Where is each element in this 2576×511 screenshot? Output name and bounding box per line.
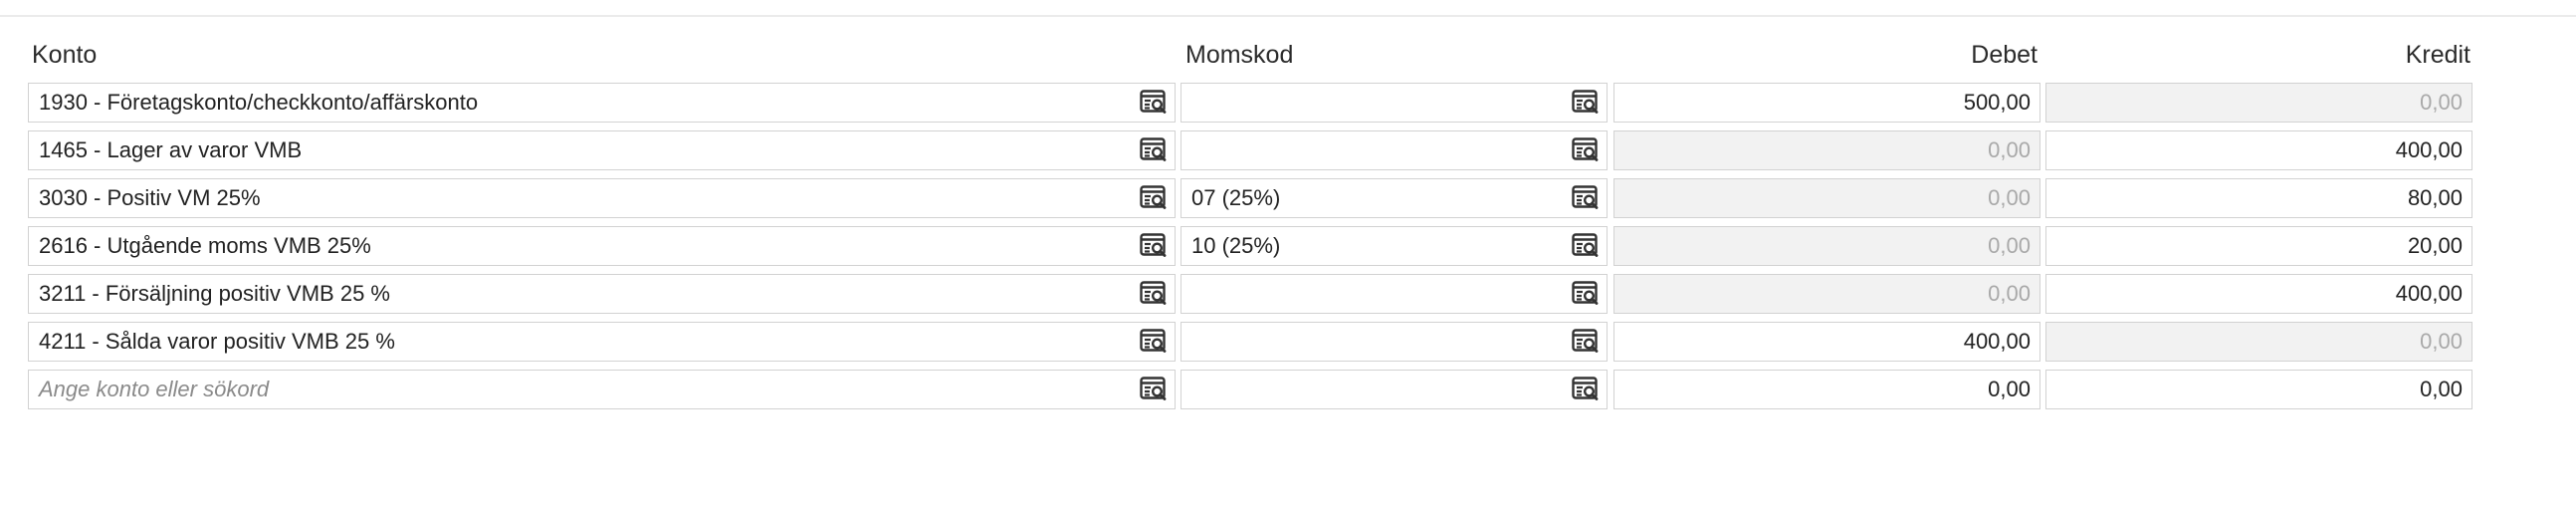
kredit-field: 0,00 xyxy=(2045,322,2472,362)
voucher-row: 1465 - Lager av varor VMB 0,00 400,00 xyxy=(0,130,2576,178)
list-search-icon[interactable] xyxy=(1572,90,1600,116)
konto-field[interactable]: 4211 - Sålda varor positiv VMB 25 % xyxy=(28,322,1176,362)
voucher-row: 1930 - Företagskonto/checkkonto/affärsko… xyxy=(0,83,2576,130)
konto-value: 1930 - Företagskonto/checkkonto/affärsko… xyxy=(39,90,479,115)
voucher-row: 2616 - Utgående moms VMB 25% 10 (25%) 0,… xyxy=(0,226,2576,274)
debet-value: 0,00 xyxy=(1988,377,2031,401)
list-search-icon[interactable] xyxy=(1140,137,1168,163)
konto-value: 3211 - Försäljning positiv VMB 25 % xyxy=(39,281,390,306)
konto-field[interactable]: 3211 - Försäljning positiv VMB 25 % xyxy=(28,274,1176,314)
konto-field[interactable]: 2616 - Utgående moms VMB 25% xyxy=(28,226,1176,266)
kredit-field[interactable]: 20,00 xyxy=(2045,226,2472,266)
konto-value: 3030 - Positiv VM 25% xyxy=(39,185,261,210)
kredit-value: 20,00 xyxy=(2407,233,2463,258)
debet-field[interactable]: 500,00 xyxy=(1613,83,2040,123)
debet-value: 0,00 xyxy=(1988,233,2031,258)
list-search-icon[interactable] xyxy=(1140,377,1168,402)
list-search-icon[interactable] xyxy=(1572,329,1600,355)
kredit-field[interactable]: 80,00 xyxy=(2045,178,2472,218)
konto-value: 1465 - Lager av varor VMB xyxy=(39,137,303,162)
konto-value: 4211 - Sålda varor positiv VMB 25 % xyxy=(39,329,395,354)
konto-value: 2616 - Utgående moms VMB 25% xyxy=(39,233,371,258)
debet-field: 0,00 xyxy=(1613,130,2040,170)
debet-value: 0,00 xyxy=(1988,185,2031,210)
list-search-icon[interactable] xyxy=(1572,185,1600,211)
debet-value: 0,00 xyxy=(1988,281,2031,306)
list-search-icon[interactable] xyxy=(1572,233,1600,259)
top-divider xyxy=(0,15,2576,17)
voucher-rows: 1930 - Företagskonto/checkkonto/affärsko… xyxy=(0,83,2576,417)
kredit-value: 0,00 xyxy=(2420,90,2463,115)
debet-field: 0,00 xyxy=(1613,178,2040,218)
voucher-row: 3211 - Försäljning positiv VMB 25 % 0,00… xyxy=(0,274,2576,322)
list-search-icon[interactable] xyxy=(1140,329,1168,355)
debet-field: 0,00 xyxy=(1613,226,2040,266)
konto-input[interactable]: Ange konto eller sökord xyxy=(28,370,1176,409)
kredit-field: 0,00 xyxy=(2045,83,2472,123)
kredit-field[interactable]: 400,00 xyxy=(2045,130,2472,170)
voucher-row: 4211 - Sålda varor positiv VMB 25 % 400,… xyxy=(0,322,2576,370)
column-header-debet: Debet xyxy=(1971,41,2038,69)
kredit-value: 0,00 xyxy=(2420,329,2463,354)
kredit-value: 400,00 xyxy=(2395,281,2463,306)
list-search-icon[interactable] xyxy=(1140,90,1168,116)
kredit-value: 0,00 xyxy=(2420,377,2463,401)
momskod-field[interactable] xyxy=(1181,83,1608,123)
kredit-value: 400,00 xyxy=(2395,137,2463,162)
list-search-icon[interactable] xyxy=(1140,233,1168,259)
momskod-field[interactable] xyxy=(1181,274,1608,314)
kredit-input[interactable]: 0,00 xyxy=(2045,370,2472,409)
list-search-icon[interactable] xyxy=(1572,137,1600,163)
debet-field: 0,00 xyxy=(1613,274,2040,314)
kredit-value: 80,00 xyxy=(2407,185,2463,210)
momskod-value: 10 (25%) xyxy=(1191,233,1281,258)
list-search-icon[interactable] xyxy=(1572,281,1600,307)
momskod-field[interactable]: 10 (25%) xyxy=(1181,226,1608,266)
debet-value: 500,00 xyxy=(1963,90,2031,115)
debet-value: 0,00 xyxy=(1988,137,2031,162)
debet-value: 400,00 xyxy=(1963,329,2031,354)
debet-input[interactable]: 0,00 xyxy=(1613,370,2040,409)
konto-field[interactable]: 1930 - Företagskonto/checkkonto/affärsko… xyxy=(28,83,1176,123)
momskod-field[interactable] xyxy=(1181,130,1608,170)
kredit-field[interactable]: 400,00 xyxy=(2045,274,2472,314)
list-search-icon[interactable] xyxy=(1140,185,1168,211)
momskod-value: 07 (25%) xyxy=(1191,185,1281,210)
column-header-momskod: Momskod xyxy=(1185,41,1294,69)
konto-field[interactable]: 1465 - Lager av varor VMB xyxy=(28,130,1176,170)
column-header-konto: Konto xyxy=(32,41,98,69)
momskod-field[interactable] xyxy=(1181,322,1608,362)
momskod-input[interactable] xyxy=(1181,370,1608,409)
voucher-row: 3030 - Positiv VM 25% 07 (25%) 0,00 80,0… xyxy=(0,178,2576,226)
list-search-icon[interactable] xyxy=(1140,281,1168,307)
column-header-kredit: Kredit xyxy=(2405,41,2470,69)
debet-field[interactable]: 400,00 xyxy=(1613,322,2040,362)
konto-placeholder: Ange konto eller sökord xyxy=(39,377,270,401)
list-search-icon[interactable] xyxy=(1572,377,1600,402)
new-voucher-row: Ange konto eller sökord 0,00 0,00 xyxy=(0,370,2576,417)
konto-field[interactable]: 3030 - Positiv VM 25% xyxy=(28,178,1176,218)
momskod-field[interactable]: 07 (25%) xyxy=(1181,178,1608,218)
